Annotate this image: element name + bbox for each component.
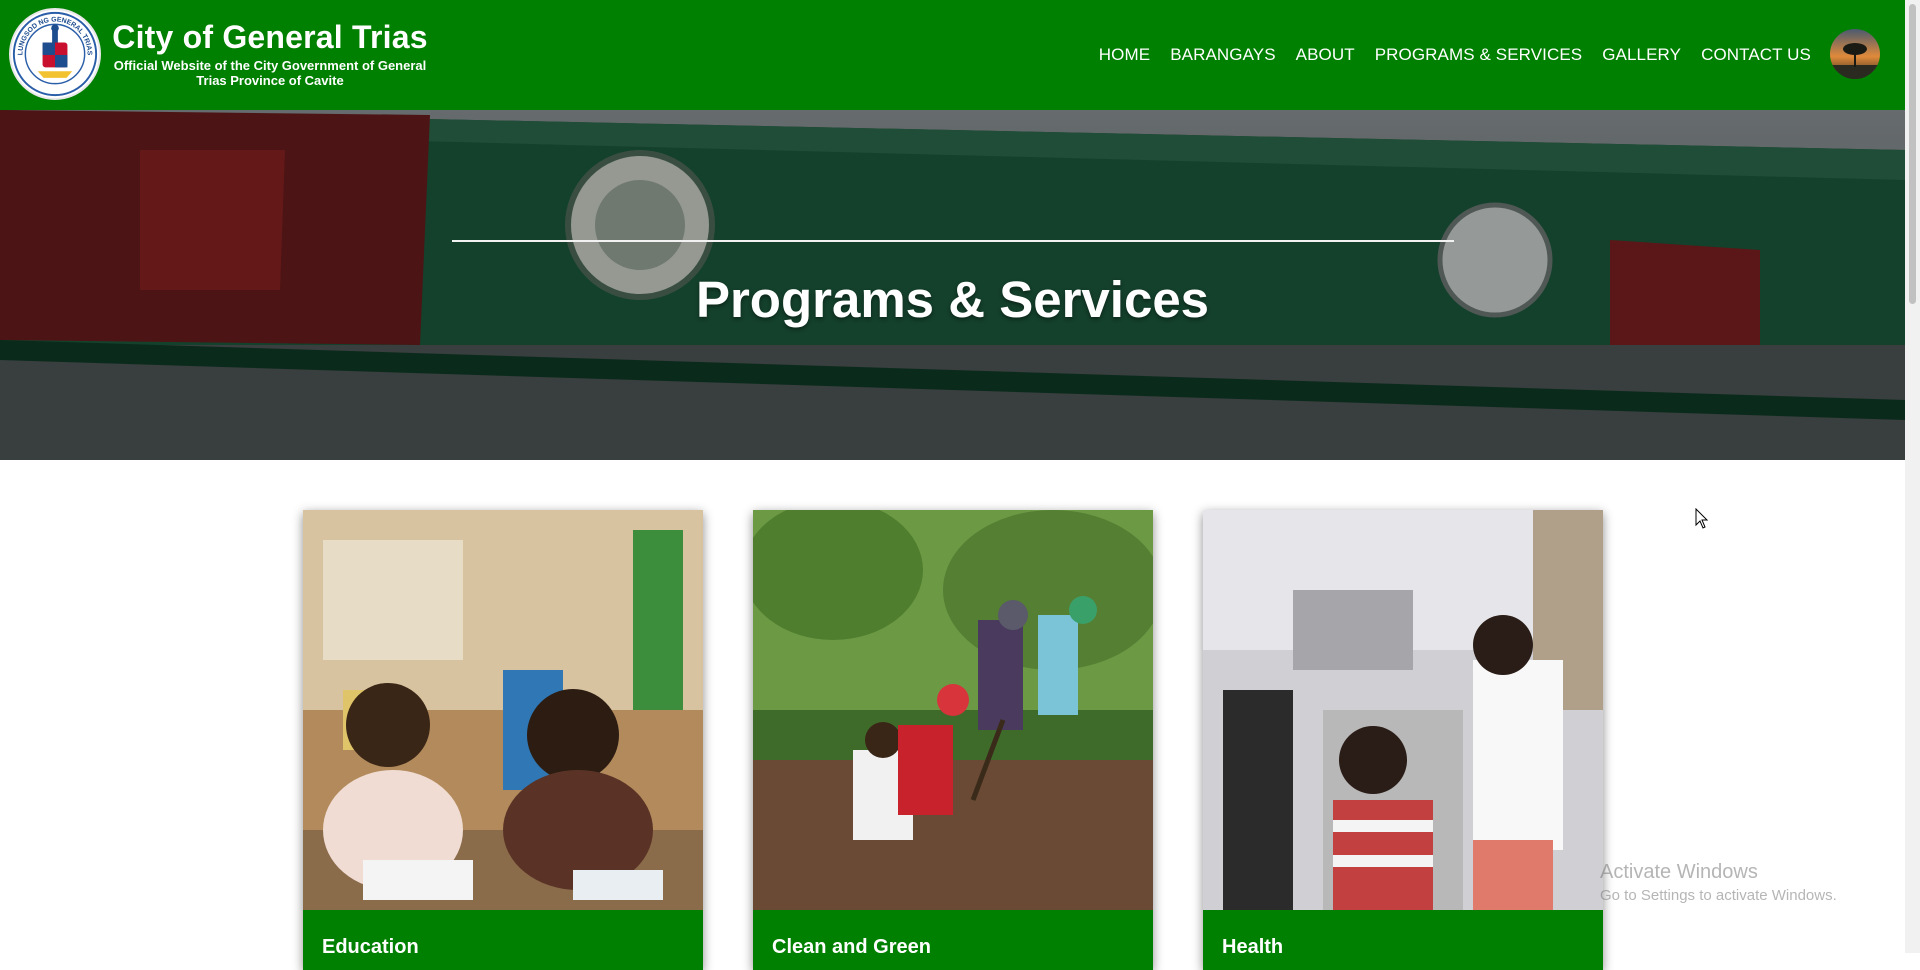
health-checkup-photo <box>1203 510 1603 910</box>
card-title: Clean and Green <box>772 936 931 958</box>
nav-item-contact-us[interactable]: CONTACT US <box>1701 45 1811 65</box>
card-photo <box>303 510 703 910</box>
page-title: Programs & Services <box>695 271 1210 328</box>
classroom-photo <box>303 510 703 910</box>
program-card-education[interactable]: Education <box>303 510 703 970</box>
sunset-tree-avatar-icon <box>1830 29 1880 79</box>
tree-planting-photo <box>753 510 1153 910</box>
main-nav: HOME BARANGAYS ABOUT PROGRAMS & SERVICES… <box>1099 0 1811 110</box>
seal-icon: LUNGSOD NG GENERAL TRIAS <box>12 11 98 97</box>
program-card-clean-and-green[interactable]: Clean and Green <box>753 510 1153 970</box>
avatar[interactable] <box>1830 29 1880 79</box>
nav-item-barangays[interactable]: BARANGAYS <box>1170 45 1275 65</box>
watermark-subtitle: Go to Settings to activate Windows. <box>1600 887 1837 904</box>
card-photo <box>753 510 1153 910</box>
card-title: Health <box>1222 936 1284 958</box>
card-photo <box>1203 510 1603 910</box>
hero-banner: Programs & Services <box>0 110 1905 460</box>
nav-item-home[interactable]: HOME <box>1099 45 1150 65</box>
page-scrollbar[interactable] <box>1905 0 1920 953</box>
program-card-health[interactable]: Health <box>1203 510 1603 970</box>
os-activation-watermark: Activate Windows Go to Settings to activ… <box>1600 860 1837 906</box>
city-seal-logo[interactable]: LUNGSOD NG GENERAL TRIAS <box>9 8 101 100</box>
watermark-title: Activate Windows <box>1600 861 1758 883</box>
hero-divider <box>452 240 1454 242</box>
site-title-block: City of General Trias Official Website o… <box>110 18 430 88</box>
nav-item-gallery[interactable]: GALLERY <box>1602 45 1681 65</box>
scrollbar-thumb[interactable] <box>1909 4 1916 304</box>
mouse-cursor-icon <box>1695 508 1709 529</box>
site-tagline: Official Website of the City Government … <box>113 58 427 88</box>
site-header: LUNGSOD NG GENERAL TRIAS City of General… <box>0 0 1905 110</box>
card-title: Education <box>322 936 419 958</box>
site-name[interactable]: City of General Trias <box>110 18 430 56</box>
nav-item-about[interactable]: ABOUT <box>1296 45 1355 65</box>
nav-item-programs-services[interactable]: PROGRAMS & SERVICES <box>1375 45 1583 65</box>
